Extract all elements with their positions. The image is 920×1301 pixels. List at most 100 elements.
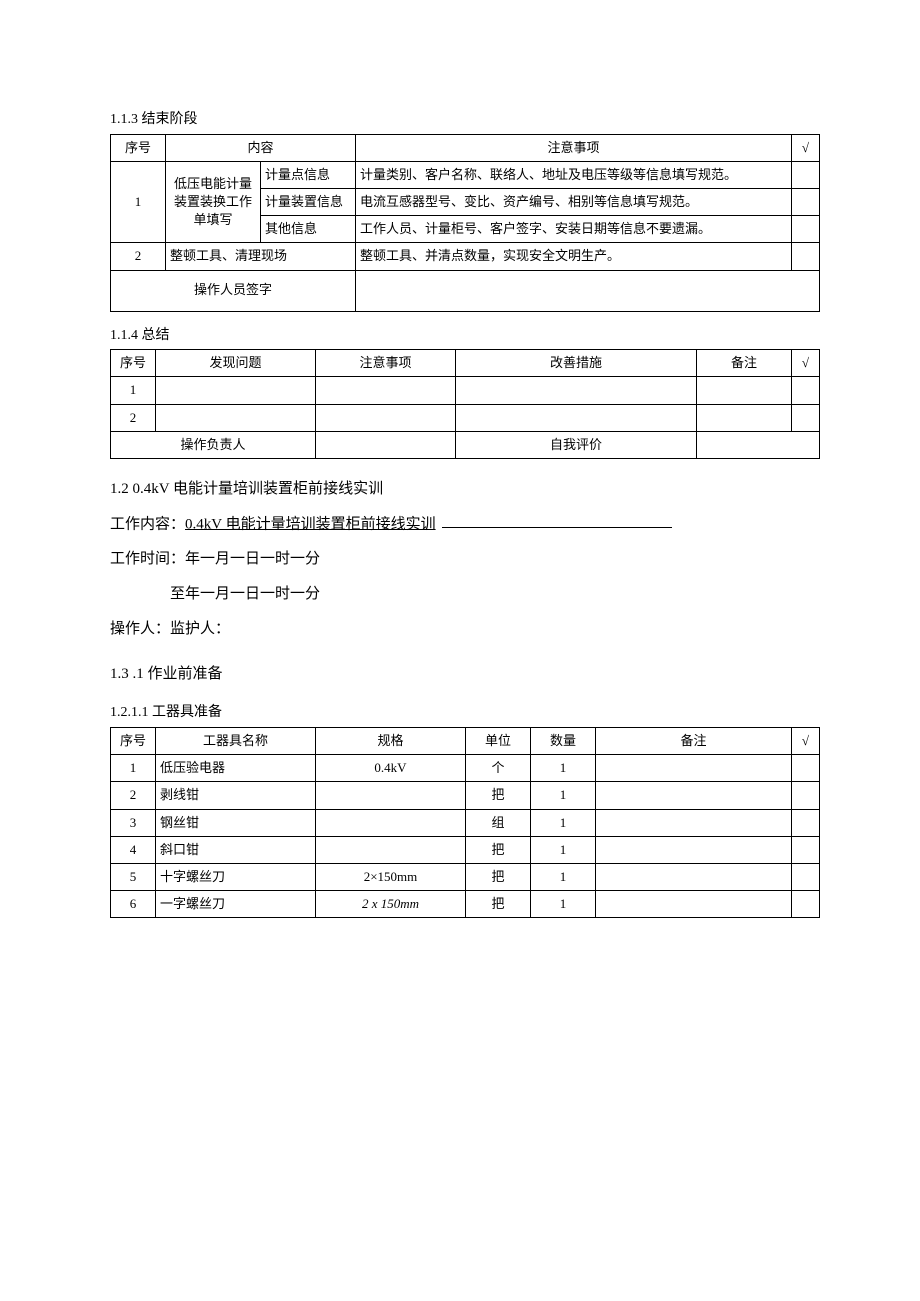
cell-name: 剥线钳 [156,782,316,809]
cell-tick [792,782,820,809]
cell-sub3: 其他信息 [261,216,356,243]
cell [456,377,697,404]
cell-sign-label: 操作人员签字 [111,270,356,311]
cell-remark [596,809,792,836]
th-name: 工器具名称 [156,727,316,754]
cell-no: 3 [111,809,156,836]
table-row: 2 整顿工具、清理现场 整顿工具、并清点数量，实现安全文明生产。 [111,243,820,270]
underline-blank [442,514,672,529]
table-row: 操作负责人 自我评价 [111,431,820,458]
th-remark: 备注 [596,727,792,754]
table-114: 序号 发现问题 注意事项 改善措施 备注 √ 1 2 操作负责人 自我评价 [110,349,820,459]
cell-remark [596,891,792,918]
cell [792,404,820,431]
page: 1.1.3 结束阶段 序号 内容 注意事项 √ 1 低压电能计量装置装换工作单填… [0,0,920,1301]
work-content-line: 工作内容：0.4kV 电能计量培训装置柜前接线实训 [110,514,820,536]
cell-note: 整顿工具、并清点数量，实现安全文明生产。 [356,243,792,270]
cell-tick [792,809,820,836]
work-time-line-1: 工作时间：年一月一日一时一分 [110,549,820,570]
cell [156,404,316,431]
table-row: 4斜口钳把1 [111,836,820,863]
cell-tick [792,161,820,188]
cell-remark [596,863,792,890]
cell-no: 4 [111,836,156,863]
cell-spec: 2×150mm [316,863,466,890]
cell [456,404,697,431]
cell-qty: 1 [531,782,596,809]
cell-qty: 1 [531,809,596,836]
cell [316,431,456,458]
cell-no: 6 [111,891,156,918]
cell-remark [596,755,792,782]
cell-unit: 个 [466,755,531,782]
cell [792,377,820,404]
table-row: 6一字螺丝刀2 x 150mm把1 [111,891,820,918]
th-content: 内容 [166,134,356,161]
cell [316,377,456,404]
th-no: 序号 [111,134,166,161]
cell-no: 1 [111,161,166,243]
cell-sign-value [356,270,820,311]
table-row: 操作人员签字 [111,270,820,311]
cell-qty: 1 [531,755,596,782]
cell-name: 十字螺丝刀 [156,863,316,890]
th-no: 序号 [111,727,156,754]
table-row: 序号 发现问题 注意事项 改善措施 备注 √ [111,350,820,377]
th-tick: √ [792,134,820,161]
th-unit: 单位 [466,727,531,754]
cell [316,404,456,431]
cell-name: 斜口钳 [156,836,316,863]
th-note: 注意事项 [356,134,792,161]
cell-name: 低压验电器 [156,755,316,782]
cell-unit: 把 [466,891,531,918]
cell-unit: 组 [466,809,531,836]
th-tick: √ [792,350,820,377]
cell-spec [316,782,466,809]
cell-unit: 把 [466,863,531,890]
cell-unit: 把 [466,836,531,863]
cell-no: 1 [111,755,156,782]
th-no: 序号 [111,350,156,377]
cell-left: 低压电能计量装置装换工作单填写 [166,161,261,243]
cell-no: 1 [111,377,156,404]
cell [156,377,316,404]
table-row: 2 [111,404,820,431]
cell [697,431,820,458]
cell [697,377,792,404]
table-113: 序号 内容 注意事项 √ 1 低压电能计量装置装换工作单填写 计量点信息 计量类… [110,134,820,312]
table-row: 3钢丝钳 组1 [111,809,820,836]
cell-sub1note: 计量类别、客户名称、联络人、地址及电压等级等信息填写规范。 [356,161,792,188]
cell [697,404,792,431]
th-note: 注意事项 [316,350,456,377]
cell-remark [596,836,792,863]
cell-spec [316,809,466,836]
cell-name: 一字螺丝刀 [156,891,316,918]
th-qty: 数量 [531,727,596,754]
cell-tick [792,243,820,270]
cell-no: 2 [111,404,156,431]
sect-1211-title: 1.2.1.1 工器具准备 [110,703,820,723]
work-label: 工作内容： [110,516,185,532]
work-value: 0.4kV 电能计量培训装置柜前接线实训 [185,516,436,532]
table-row: 1 [111,377,820,404]
sect-114-title: 1.1.4 总结 [110,326,820,346]
table-row: 5十字螺丝刀2×150mm把1 [111,863,820,890]
cell-footer-right: 自我评价 [456,431,697,458]
cell-tick [792,216,820,243]
cell-tick [792,891,820,918]
cell-tick [792,188,820,215]
cell-no: 2 [111,243,166,270]
cell-sub2note: 电流互感器型号、变比、资产编号、相别等信息填写规范。 [356,188,792,215]
cell-sub1: 计量点信息 [261,161,356,188]
cell-remark [596,782,792,809]
work-time-line-2: 至年一月一日一时一分 [110,584,820,605]
th-tick: √ [792,727,820,754]
cell-tick [792,863,820,890]
operator-line: 操作人：监护人： [110,619,820,640]
cell-sub2: 计量装置信息 [261,188,356,215]
cell-name: 钢丝钳 [156,809,316,836]
cell-no: 5 [111,863,156,890]
cell-sub3note: 工作人员、计量柜号、客户签字、安装日期等信息不要遗漏。 [356,216,792,243]
th-improve: 改善措施 [456,350,697,377]
th-spec: 规格 [316,727,466,754]
